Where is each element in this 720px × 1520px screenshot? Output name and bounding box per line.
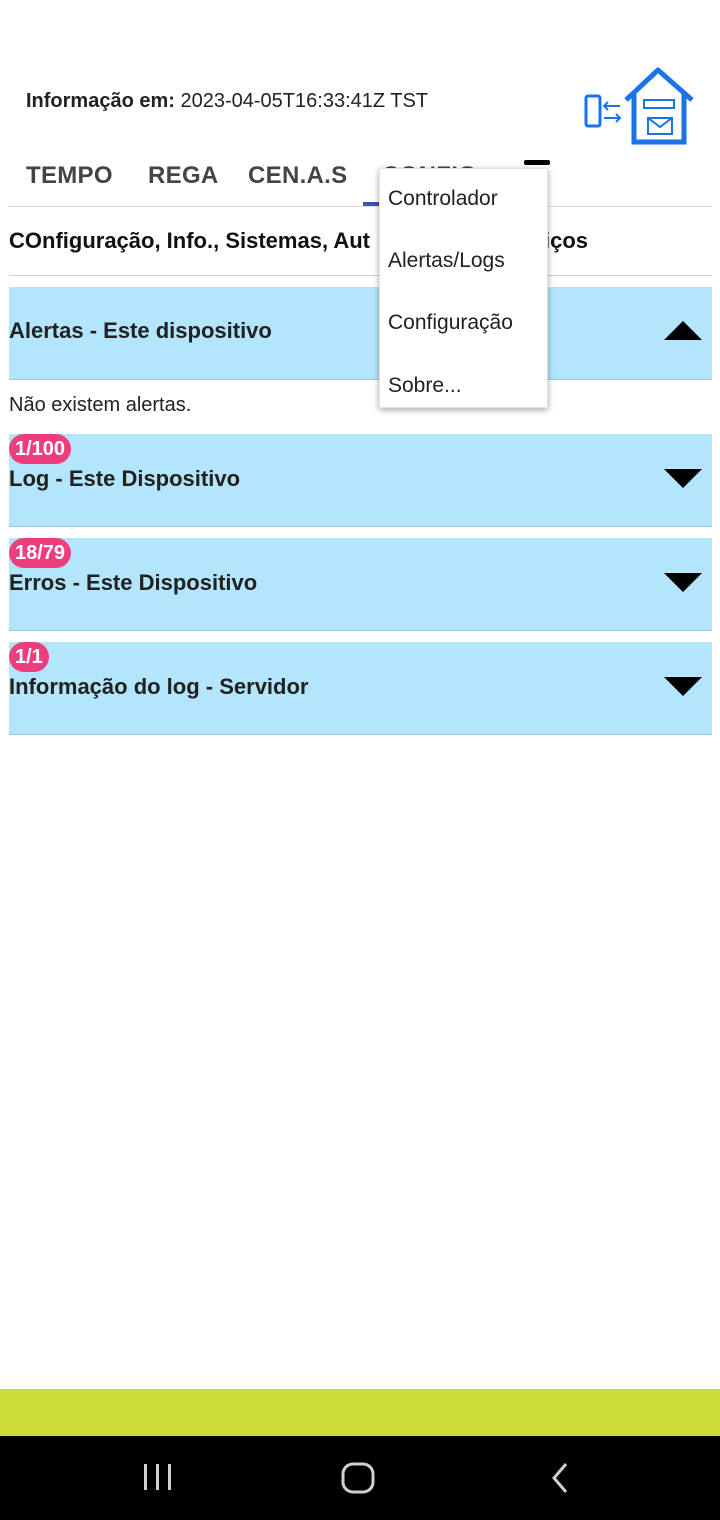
- alerts-panel-title: Alertas - Este dispositivo: [9, 318, 272, 343]
- recents-icon[interactable]: [138, 1458, 178, 1498]
- chevron-up-icon[interactable]: [664, 321, 702, 340]
- info-value: 2023-04-05T16:33:41Z TST: [180, 90, 429, 112]
- log-count-badge: 1/100: [9, 434, 72, 464]
- server-log-count-badge: 1/1: [9, 642, 49, 672]
- chevron-down-icon[interactable]: [664, 573, 702, 592]
- menu-item-controlador[interactable]: Controlador: [388, 187, 498, 211]
- errors-panel-title: Erros - Este Dispositivo: [9, 570, 258, 595]
- menu-item-alertas-logs[interactable]: Alertas/Logs: [388, 249, 505, 273]
- home-icon[interactable]: [338, 1458, 378, 1498]
- empty-alerts-text: Não existem alertas.: [9, 394, 192, 416]
- tab-tempo[interactable]: TEMPO: [26, 162, 113, 190]
- chevron-down-icon[interactable]: [664, 677, 702, 696]
- chevron-down-icon[interactable]: [664, 469, 702, 488]
- overflow-menu: Controlador Alertas/Logs Configuração So…: [379, 168, 548, 408]
- errors-count-badge: 18/79: [9, 538, 72, 568]
- house-device-sync-icon: [584, 67, 694, 145]
- footer-bar: [0, 1389, 720, 1436]
- menu-item-sobre[interactable]: Sobre...: [388, 374, 462, 398]
- server-log-panel-header[interactable]: 1/1 Informação do log - Servidor: [9, 642, 712, 735]
- tab-cenas[interactable]: CEN.A.S: [248, 162, 347, 190]
- info-timestamp: Informação em: 2023-04-05T16:33:41Z TST: [26, 90, 428, 113]
- section-title-text: COnfiguração, Info., Sistemas, Aut: [9, 228, 371, 253]
- divider: [9, 275, 712, 276]
- alerts-panel-header[interactable]: Alertas - Este dispositivo: [9, 287, 712, 380]
- tab-rega[interactable]: REGA: [148, 162, 219, 190]
- menu-item-configuracao[interactable]: Configuração: [388, 311, 513, 335]
- tab-bar: TEMPO REGA CEN.A.S CONFIG: [8, 150, 712, 207]
- log-panel-title: Log - Este Dispositivo: [9, 466, 241, 491]
- log-panel-header[interactable]: 1/100 Log - Este Dispositivo: [9, 434, 712, 527]
- system-nav-bar: [0, 1436, 720, 1520]
- errors-panel-header[interactable]: 18/79 Erros - Este Dispositivo: [9, 538, 712, 631]
- back-icon[interactable]: [540, 1458, 580, 1498]
- server-log-panel-title: Informação do log - Servidor: [9, 674, 309, 699]
- info-label: Informação em:: [26, 90, 175, 112]
- section-title-tail: iços: [544, 228, 589, 253]
